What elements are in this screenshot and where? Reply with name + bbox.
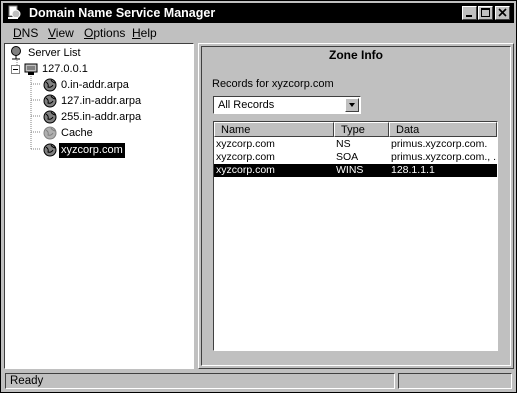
menu-dns[interactable]: DNS	[13, 26, 38, 40]
globe-icon	[43, 94, 57, 108]
record-filter-value: All Records	[218, 99, 275, 111]
chevron-down-icon	[349, 103, 355, 107]
records-list[interactable]: Name Type Data xyzcorp.com NS primus.xyz…	[213, 121, 498, 351]
column-header-data[interactable]: Data	[389, 122, 497, 137]
dropdown-button[interactable]	[345, 98, 359, 112]
window-title: Domain Name Service Manager	[29, 6, 216, 20]
tree-label: 127.0.0.1	[42, 63, 88, 75]
minimize-button[interactable]	[462, 6, 477, 20]
close-button[interactable]	[495, 6, 510, 20]
column-header-type[interactable]: Type	[334, 122, 389, 137]
menu-help[interactable]: Help	[132, 26, 157, 40]
tree-label: 255.in-addr.arpa	[61, 111, 142, 123]
menu-view[interactable]: View	[48, 26, 74, 40]
maximize-button[interactable]	[478, 6, 493, 20]
close-icon	[498, 8, 507, 17]
server-icon	[24, 63, 38, 75]
cell-data: primus.xyzcorp.com.	[391, 138, 488, 150]
cell-name: xyzcorp.com	[216, 164, 275, 176]
status-pane-empty	[398, 373, 512, 389]
globe-icon	[43, 143, 57, 157]
table-row-selected[interactable]: xyzcorp.com WINS 128.1.1.1	[214, 164, 497, 177]
cell-name: xyzcorp.com	[216, 151, 275, 163]
tree-item-zone[interactable]: 255.in-addr.arpa	[43, 110, 183, 125]
menu-bar: DNS View Options Help	[3, 24, 514, 42]
status-bar: Ready	[3, 372, 514, 390]
status-text: Ready	[10, 375, 44, 387]
zone-info-title: Zone Info	[329, 48, 383, 62]
records-label: Records for xyzcorp.com	[212, 78, 334, 90]
cell-name: xyzcorp.com	[216, 138, 275, 150]
globe-icon	[43, 126, 57, 140]
status-text-pane: Ready	[5, 373, 395, 389]
dns-manager-icon[interactable]	[7, 5, 21, 20]
server-list-icon	[11, 46, 21, 60]
column-header-name[interactable]: Name	[214, 122, 334, 137]
tree-item-server-list[interactable]: Server List	[10, 46, 190, 61]
menu-options[interactable]: Options	[84, 26, 125, 40]
globe-icon	[43, 110, 57, 124]
tree-label: Cache	[61, 127, 93, 139]
collapse-icon[interactable]	[11, 65, 20, 74]
tree-label: Server List	[28, 47, 81, 59]
table-row[interactable]: xyzcorp.com NS primus.xyzcorp.com.	[214, 138, 497, 151]
tree-item-zone[interactable]: 0.in-addr.arpa	[43, 78, 183, 93]
tree-item-selected-zone[interactable]: xyzcorp.com	[43, 143, 183, 158]
tree-item-server[interactable]: 127.0.0.1	[11, 62, 191, 77]
server-tree[interactable]: Server List 127.0.0.1 0.in-addr.arpa 127…	[4, 43, 194, 369]
cell-type: NS	[336, 138, 351, 150]
tree-label: xyzcorp.com	[59, 143, 125, 158]
cell-type: WINS	[336, 164, 364, 176]
cell-type: SOA	[336, 151, 359, 163]
globe-icon	[43, 78, 57, 92]
tree-item-zone[interactable]: 127.in-addr.arpa	[43, 94, 183, 109]
cell-data: primus.xyzcorp.com., ...	[391, 151, 497, 163]
minimize-icon	[466, 15, 472, 17]
tree-label: 0.in-addr.arpa	[61, 79, 129, 91]
table-row[interactable]: xyzcorp.com SOA primus.xyzcorp.com., ...	[214, 151, 497, 164]
zone-info-panel: Zone Info Records for xyzcorp.com All Re…	[198, 43, 514, 369]
title-bar[interactable]: Domain Name Service Manager	[3, 3, 514, 23]
zone-info-frame: Zone Info Records for xyzcorp.com All Re…	[201, 46, 511, 366]
tree-label: 127.in-addr.arpa	[61, 95, 142, 107]
record-filter-select[interactable]: All Records	[213, 96, 361, 114]
cell-data: 128.1.1.1	[391, 164, 435, 176]
tree-item-cache[interactable]: Cache	[43, 126, 183, 141]
dns-manager-window: Domain Name Service Manager DNS View Opt…	[0, 0, 517, 393]
maximize-icon	[481, 8, 490, 17]
